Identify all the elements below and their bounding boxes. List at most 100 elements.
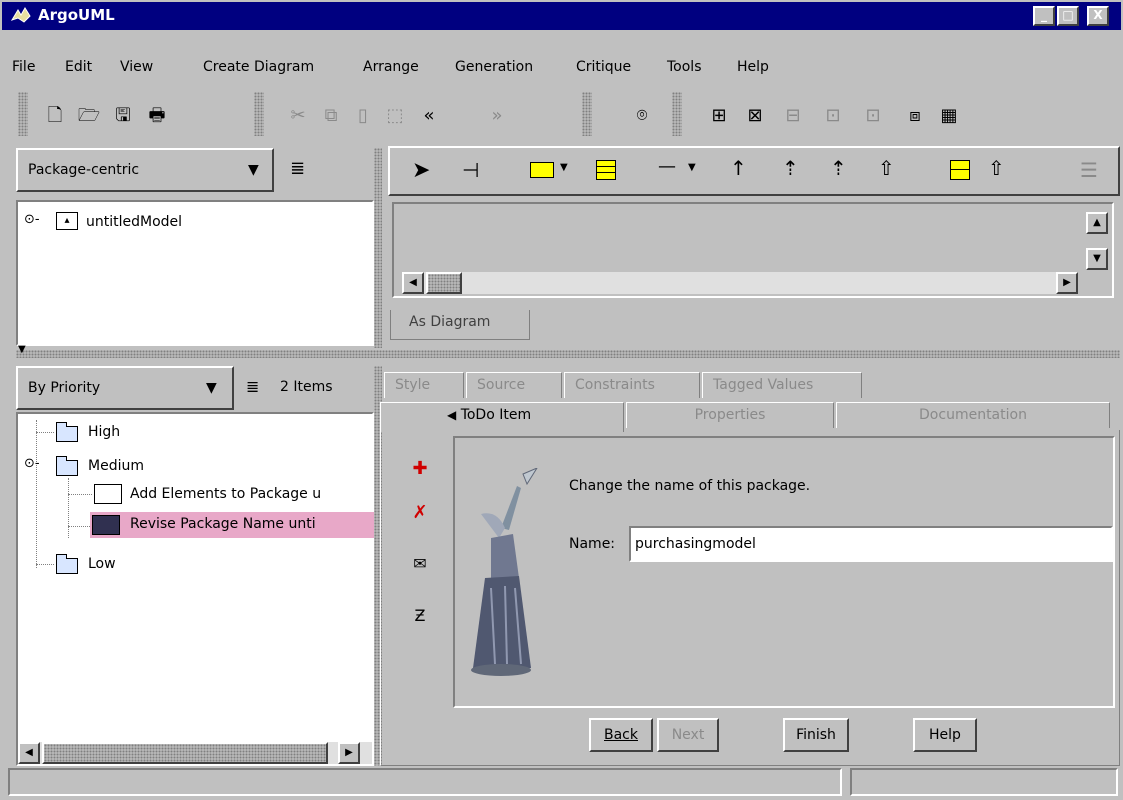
scroll-down-button[interactable]: ▼: [1086, 248, 1108, 270]
title-bar[interactable]: ArgoUML _ □ X: [2, 2, 1121, 30]
save-icon[interactable]: 🖫: [110, 106, 136, 126]
scroll-thumb[interactable]: [426, 272, 462, 294]
todo-sort-label: By Priority: [28, 380, 101, 396]
horizontal-splitter[interactable]: [16, 350, 1120, 358]
status-bar: [8, 768, 842, 796]
forward-icon[interactable]: »: [484, 106, 510, 126]
wizard-figure-icon: [471, 468, 538, 676]
todo-group-medium[interactable]: Medium: [88, 458, 144, 474]
tab-properties[interactable]: Properties: [626, 402, 834, 428]
vertical-scrollbar[interactable]: [1086, 234, 1108, 248]
close-button[interactable]: X: [1087, 6, 1109, 26]
scroll-right-button[interactable]: ▶: [338, 742, 360, 764]
help-button[interactable]: Help: [913, 718, 977, 752]
perspective-combo[interactable]: Package-centric ▼: [16, 148, 274, 192]
email-expert-icon[interactable]: ✉: [407, 554, 433, 573]
tab-documentation[interactable]: Documentation: [836, 402, 1110, 428]
todo-config-icon[interactable]: ≣: [246, 377, 259, 396]
new-todo-icon[interactable]: ✚: [407, 458, 433, 479]
package-icon: ▴: [56, 212, 78, 230]
broom-icon[interactable]: ⊣: [462, 158, 479, 182]
deployment-diagram-icon[interactable]: ⧈: [902, 106, 928, 126]
tab-source[interactable]: Source: [466, 372, 562, 398]
tree-handle-icon[interactable]: ⊙-: [24, 212, 40, 227]
vertical-splitter[interactable]: [374, 148, 382, 348]
menu-generation[interactable]: Generation: [455, 59, 533, 75]
todo-horizontal-scrollbar[interactable]: ◀ ▶: [18, 742, 372, 764]
finish-button[interactable]: Finish: [783, 718, 849, 752]
activity-diagram-icon[interactable]: ⊡: [820, 106, 846, 126]
todo-sort-combo[interactable]: By Priority ▼: [16, 366, 234, 410]
state-diagram-icon[interactable]: ⊟: [780, 106, 806, 126]
permission-tool-icon[interactable]: ⇡: [782, 156, 799, 180]
open-icon[interactable]: 🗁: [76, 106, 102, 126]
menu-create-diagram[interactable]: Create Diagram: [203, 59, 314, 75]
tree-root-label[interactable]: untitledModel: [86, 214, 182, 230]
scroll-left-button[interactable]: ◀: [402, 272, 424, 294]
collaboration-diagram-icon[interactable]: ⊡: [860, 106, 886, 126]
usage-tool-icon[interactable]: ⇡: [830, 156, 847, 180]
menu-arrange[interactable]: Arrange: [363, 59, 419, 75]
scroll-up-button[interactable]: ▲: [1086, 212, 1108, 234]
association-tool-icon[interactable]: —: [658, 156, 676, 177]
todo-tree[interactable]: High ⊙- Medium Add Elements to Package u…: [16, 412, 374, 766]
print-icon[interactable]: 🖶: [144, 106, 170, 126]
tab-style[interactable]: Style: [384, 372, 464, 398]
name-input[interactable]: purchasingmodel: [629, 526, 1113, 562]
todo-group-high[interactable]: High: [88, 424, 120, 440]
tab-as-diagram[interactable]: As Diagram: [390, 310, 530, 340]
menu-critique[interactable]: Critique: [576, 59, 631, 75]
chevron-down-icon[interactable]: ▼: [688, 162, 696, 173]
dependency-tool-icon[interactable]: ↑: [730, 156, 747, 180]
horizontal-scrollbar[interactable]: ◀ ▶: [402, 272, 1078, 294]
toolbar-grip[interactable]: [254, 92, 264, 136]
menu-edit[interactable]: Edit: [65, 59, 92, 75]
interface-tool-icon[interactable]: [950, 160, 970, 180]
menu-view[interactable]: View: [120, 59, 153, 75]
menu-tools[interactable]: Tools: [667, 59, 702, 75]
minimize-button[interactable]: _: [1033, 6, 1055, 26]
class-tool-icon[interactable]: [596, 160, 616, 180]
toolbar-grip[interactable]: [582, 92, 592, 136]
cut-icon[interactable]: ✂: [285, 106, 311, 126]
todo-group-low[interactable]: Low: [88, 556, 116, 572]
generalization-tool-icon[interactable]: ⇧: [878, 156, 895, 180]
back-button[interactable]: Back: [589, 718, 653, 752]
tab-constraints[interactable]: Constraints: [564, 372, 700, 398]
resolve-todo-icon[interactable]: ✗: [407, 502, 433, 523]
realization-tool-icon[interactable]: ⇧: [988, 156, 1005, 180]
sequence-diagram-icon[interactable]: ▦: [936, 106, 962, 126]
back-icon[interactable]: «: [416, 106, 442, 126]
scroll-right-button[interactable]: ▶: [1056, 272, 1078, 294]
tab-todo-item[interactable]: ◀ ToDo Item: [380, 402, 624, 432]
perspective-config-icon[interactable]: ≣: [290, 158, 305, 179]
usecase-diagram-icon[interactable]: ⊠: [742, 106, 768, 126]
menu-file[interactable]: File: [12, 59, 35, 75]
explorer-tree[interactable]: ⊙- ▴ untitledModel: [16, 200, 374, 346]
menu-help[interactable]: Help: [737, 59, 769, 75]
diagram-canvas[interactable]: ▲ ▼ ◀ ▶: [392, 202, 1114, 298]
find-icon[interactable]: ⌾: [629, 106, 655, 126]
new-file-icon[interactable]: 🗋: [42, 106, 68, 126]
chevron-down-icon[interactable]: ▼: [560, 162, 568, 173]
select-icon[interactable]: ➤: [412, 158, 430, 183]
toolbar-grip[interactable]: [672, 92, 682, 136]
chevron-down-icon: ▼: [248, 162, 259, 178]
palette-more-icon[interactable]: ☰: [1080, 158, 1098, 182]
next-button[interactable]: Next: [657, 718, 719, 752]
toolbar-grip[interactable]: [18, 92, 28, 136]
package-tool-icon[interactable]: [530, 162, 554, 178]
paste-icon[interactable]: ▯: [350, 106, 376, 126]
todo-item-selected[interactable]: Revise Package Name unti: [90, 512, 374, 538]
scroll-left-button[interactable]: ◀: [18, 742, 40, 764]
class-diagram-icon[interactable]: ⊞: [706, 106, 732, 126]
scroll-thumb[interactable]: [42, 742, 328, 764]
copy-icon[interactable]: ⧉: [318, 106, 344, 126]
maximize-button[interactable]: □: [1057, 6, 1079, 26]
snooze-icon[interactable]: Ƶ: [407, 606, 433, 625]
splitter-collapse-icon[interactable]: ▼: [18, 344, 26, 355]
todo-item[interactable]: Add Elements to Package u: [130, 486, 321, 502]
tree-handle-icon[interactable]: ⊙-: [24, 456, 40, 471]
tab-tagged-values[interactable]: Tagged Values: [702, 372, 862, 398]
delete-icon[interactable]: ⬚: [382, 106, 408, 126]
